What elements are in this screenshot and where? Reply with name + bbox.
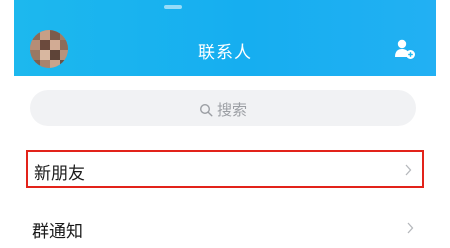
chevron-right-icon bbox=[405, 164, 412, 176]
list-item-label: 群通知 bbox=[32, 222, 83, 242]
search-placeholder-wrap: 搜索 bbox=[30, 99, 416, 120]
status-indicator bbox=[164, 5, 182, 9]
list-item-label: 新朋友 bbox=[34, 164, 85, 184]
search-placeholder: 搜索 bbox=[216, 101, 247, 119]
page-title: 联系人 bbox=[198, 43, 252, 63]
chevron-right-icon bbox=[407, 222, 414, 234]
add-contact-icon[interactable] bbox=[394, 38, 416, 60]
search-icon bbox=[199, 103, 213, 117]
contacts-screen: 联系人 搜索 新朋友 群通知 bbox=[0, 0, 450, 248]
header-bar: 联系人 bbox=[14, 0, 436, 76]
list-item-group-notifications[interactable]: 群通知 bbox=[26, 210, 424, 248]
search-input[interactable]: 搜索 bbox=[30, 90, 416, 126]
list-item-new-friends[interactable]: 新朋友 bbox=[26, 150, 424, 188]
